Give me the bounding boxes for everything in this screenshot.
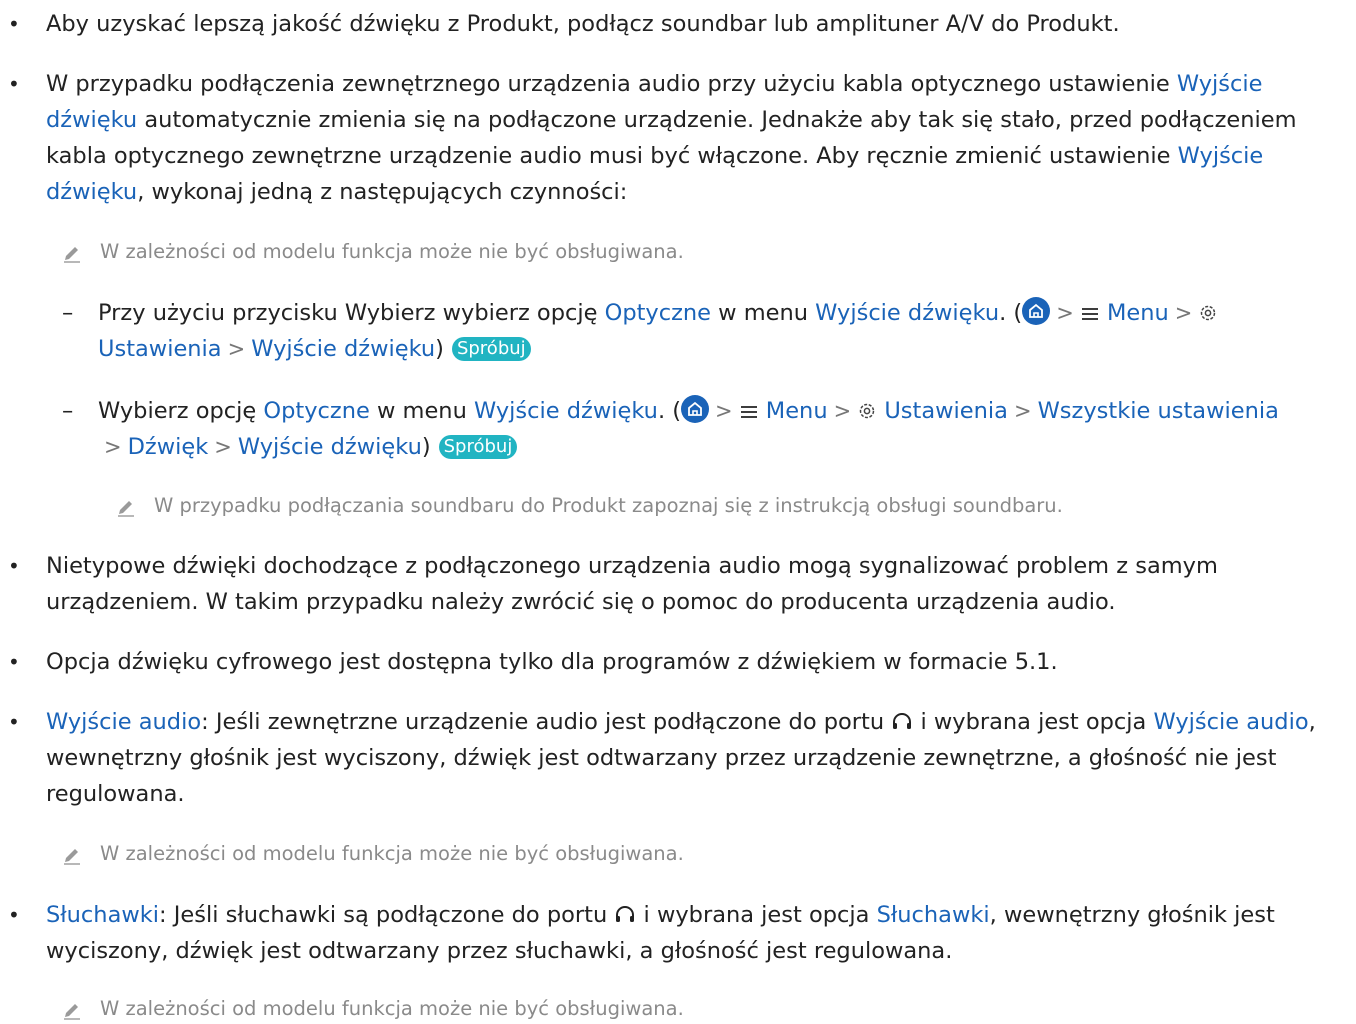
bullet-marker: • — [8, 650, 20, 674]
note-text: W przypadku podłączania soundbaru do Pro… — [154, 494, 1063, 517]
link-optyczne[interactable]: Optyczne — [263, 398, 369, 424]
path-separator: > — [214, 435, 232, 459]
link-sluchawki[interactable]: Słuchawki — [877, 902, 990, 928]
note: W zależności od modelu funkcja może nie … — [62, 237, 1262, 267]
note-text: W zależności od modelu funkcja może nie … — [100, 240, 684, 263]
dash-marker: – — [62, 398, 74, 424]
path-separator: > — [104, 435, 122, 459]
link-wyjscie-audio[interactable]: Wyjście audio — [1154, 709, 1309, 735]
bullet-item-4: • Opcja dźwięku cyfrowego jest dostępna … — [8, 644, 1308, 680]
dash-item-2: – Wybierz opcję Optyczne w menu Wyjście … — [62, 393, 1347, 465]
dash-text: Wybierz opcję Optyczne w menu Wyjście dź… — [62, 393, 1347, 465]
bullet-text: Aby uzyskać lepszą jakość dźwięku z Prod… — [46, 11, 1120, 37]
path-separator: > — [715, 399, 733, 423]
link-wyjscie-dzwieku[interactable]: Wyjście dźwięku — [251, 336, 435, 362]
note-text: W zależności od modelu funkcja może nie … — [100, 842, 684, 865]
bullet-text: Wyjście audio: Jeśli zewnętrzne urządzen… — [46, 709, 1316, 807]
bullet-text: Opcja dźwięku cyfrowego jest dostępna ty… — [46, 649, 1058, 675]
gear-icon — [1201, 305, 1216, 321]
bullet-marker: • — [8, 903, 20, 927]
try-button[interactable]: Spróbuj — [438, 435, 518, 459]
path-separator: > — [227, 337, 246, 361]
note: W zależności od modelu funkcja może nie … — [62, 994, 1262, 1024]
path-separator: > — [1174, 301, 1193, 325]
link-wszystkie-ustawienia[interactable]: Wszystkie ustawienia — [1038, 398, 1279, 424]
link-wyjscie-dzwieku[interactable]: Wyjście dźwięku — [474, 398, 658, 424]
bullet-item-5: • Wyjście audio: Jeśli zewnętrzne urządz… — [8, 704, 1343, 812]
path-separator: > — [833, 399, 852, 423]
bullet-marker: • — [8, 710, 20, 734]
try-button[interactable]: Spróbuj — [451, 337, 531, 361]
path-separator: > — [1013, 399, 1032, 423]
bullet-marker: • — [8, 554, 20, 578]
link-wyjscie-dzwieku[interactable]: Wyjście dźwięku — [238, 434, 422, 460]
link-menu[interactable]: Menu — [766, 398, 828, 424]
headphones-icon — [893, 713, 912, 729]
link-optyczne[interactable]: Optyczne — [605, 300, 711, 326]
menu-icon — [1081, 308, 1098, 320]
home-icon — [681, 395, 710, 423]
dash-text: Przy użyciu przycisku Wybierz wybierz op… — [62, 295, 1322, 367]
bullet-item-6: • Słuchawki: Jeśli słuchawki są podłączo… — [8, 897, 1343, 969]
bullet-marker: • — [8, 12, 20, 36]
headphones-icon — [616, 906, 635, 922]
bullet-item-1: • Aby uzyskać lepszą jakość dźwięku z Pr… — [8, 6, 1343, 42]
link-ustawienia[interactable]: Ustawienia — [98, 336, 222, 362]
pencil-icon — [64, 247, 80, 263]
note-text: W zależności od modelu funkcja może nie … — [100, 997, 684, 1020]
link-dzwiek[interactable]: Dźwięk — [128, 434, 209, 460]
home-icon — [1022, 297, 1051, 325]
dash-marker: – — [62, 300, 74, 326]
bullet-text: W przypadku podłączenia zewnętrznego urz… — [46, 71, 1297, 205]
bullet-text: Nietypowe dźwięki dochodzące z podłączon… — [46, 553, 1218, 615]
bullet-item-2: • W przypadku podłączenia zewnętrznego u… — [8, 66, 1326, 210]
bullet-item-3: • Nietypowe dźwięki dochodzące z podłącz… — [8, 548, 1308, 620]
bullet-marker: • — [8, 72, 20, 96]
link-wyjscie-audio[interactable]: Wyjście audio — [46, 709, 201, 735]
note: W zależności od modelu funkcja może nie … — [62, 839, 1262, 869]
link-sluchawki[interactable]: Słuchawki — [46, 902, 159, 928]
link-ustawienia[interactable]: Ustawienia — [884, 398, 1008, 424]
gear-icon — [859, 403, 875, 419]
link-wyjscie-dzwieku[interactable]: Wyjście dźwięku — [815, 300, 999, 326]
note: W przypadku podłączania soundbaru do Pro… — [116, 491, 1316, 521]
pencil-icon — [64, 1004, 80, 1020]
path-separator: > — [1056, 301, 1074, 325]
menu-icon — [740, 406, 757, 418]
bullet-text: Słuchawki: Jeśli słuchawki są podłączone… — [46, 902, 1275, 964]
pencil-icon — [118, 501, 134, 517]
link-menu[interactable]: Menu — [1107, 300, 1169, 326]
pencil-icon — [64, 849, 80, 865]
dash-item-1: – Przy użyciu przycisku Wybierz wybierz … — [62, 295, 1322, 367]
